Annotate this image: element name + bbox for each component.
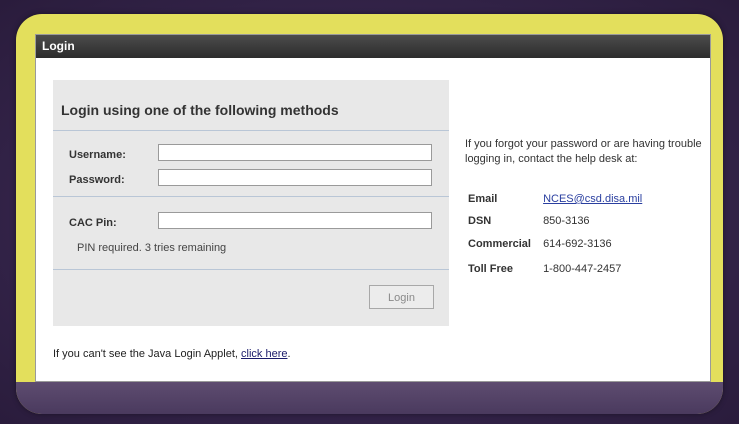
contact-label: Commercial bbox=[468, 238, 531, 250]
contact-dsn-row: DSN 850-3136 bbox=[468, 215, 590, 227]
login-window: Login Login using one of the following m… bbox=[35, 34, 711, 382]
username-field[interactable] bbox=[158, 144, 432, 161]
login-methods-heading: Login using one of the following methods bbox=[61, 102, 339, 118]
contact-label: Toll Free bbox=[468, 263, 514, 275]
separator bbox=[53, 196, 449, 197]
click-here-link[interactable]: click here bbox=[241, 348, 287, 360]
contact-value: 850-3136 bbox=[543, 215, 590, 227]
frame-bottom-band bbox=[16, 382, 723, 414]
contact-value: 1-800-447-2457 bbox=[543, 263, 622, 275]
email-link[interactable]: NCES@csd.disa.mil bbox=[543, 193, 642, 205]
login-button[interactable]: Login bbox=[369, 285, 434, 309]
separator bbox=[53, 130, 449, 131]
help-text: If you forgot your password or are havin… bbox=[465, 138, 702, 165]
contact-label: Email bbox=[468, 193, 498, 205]
cac-pin-field[interactable] bbox=[158, 212, 432, 229]
footer-text: If you can't see the Java Login Applet, bbox=[53, 348, 242, 360]
username-label: Username: bbox=[69, 149, 126, 161]
separator bbox=[53, 269, 449, 270]
pin-status-text: PIN required. 3 tries remaining bbox=[77, 242, 227, 254]
footer-suffix: . bbox=[287, 348, 291, 360]
password-field[interactable] bbox=[158, 169, 432, 186]
login-panel: Login using one of the following methods… bbox=[53, 80, 449, 326]
contact-commercial-row: Commercial 614-692-3136 bbox=[468, 238, 612, 250]
window-title: Login bbox=[36, 35, 710, 58]
contact-value: 614-692-3136 bbox=[543, 238, 612, 250]
contact-email-row: Email NCES@csd.disa.mil bbox=[468, 193, 642, 205]
password-label: Password: bbox=[69, 174, 125, 186]
contact-tollfree-row: Toll Free 1-800-447-2457 bbox=[468, 263, 621, 275]
cac-pin-label: CAC Pin: bbox=[69, 217, 117, 229]
java-applet-note: If you can't see the Java Login Applet, … bbox=[53, 348, 291, 360]
contact-label: DSN bbox=[468, 215, 492, 227]
